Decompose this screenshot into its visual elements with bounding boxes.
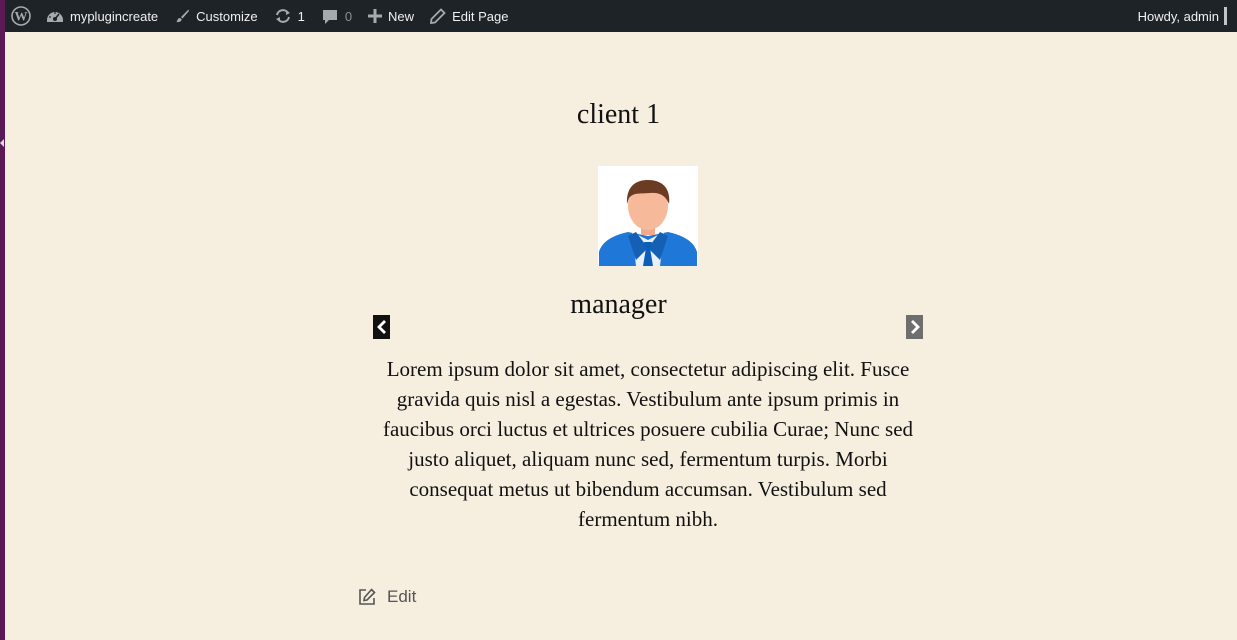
greeting-label: Howdy, admin	[1137, 8, 1219, 24]
new-label: New	[388, 8, 415, 24]
site-name-link[interactable]: myplugincreate	[38, 0, 166, 32]
comments-count: 0	[344, 8, 353, 24]
svg-text:W: W	[15, 9, 28, 24]
businessman-avatar-icon	[599, 180, 697, 266]
chevron-right-icon	[910, 320, 920, 334]
updates-link[interactable]: 1	[266, 0, 313, 32]
refresh-icon	[275, 9, 290, 23]
comments-link[interactable]: 0	[313, 0, 360, 32]
dashboard-gauge-icon	[47, 12, 63, 22]
collapse-arrow-icon	[0, 139, 4, 147]
chevron-left-icon	[376, 320, 386, 334]
new-content-link[interactable]: New	[360, 0, 422, 32]
previous-slide-button[interactable]	[373, 315, 390, 339]
edit-page-label: Edit Page	[452, 8, 509, 24]
pencil-icon	[430, 8, 446, 24]
testimonial-role: manager	[570, 289, 667, 320]
edit-post-link[interactable]: Edit	[357, 587, 416, 607]
comment-bubble-icon	[322, 9, 337, 24]
next-slide-button[interactable]	[906, 315, 923, 339]
customize-link[interactable]: Customize	[166, 0, 265, 32]
edit-square-pencil-icon	[359, 588, 376, 605]
edit-label: Edit	[387, 587, 417, 606]
admin-avatar	[1224, 7, 1227, 25]
site-name-label: myplugincreate	[70, 8, 159, 24]
wordpress-logo-button[interactable]: W	[5, 0, 38, 32]
wordpress-logo-icon: W	[11, 6, 31, 26]
updates-count: 1	[297, 8, 305, 24]
testimonial-photo	[598, 166, 698, 266]
testimonial-title: client 1	[576, 99, 661, 130]
edit-page-link[interactable]: Edit Page	[422, 0, 516, 32]
plus-icon	[368, 9, 383, 23]
customize-label: Customize	[196, 8, 258, 24]
my-account-link[interactable]: Howdy, admin	[1130, 0, 1237, 32]
testimonial-text: Lorem ipsum dolor sit amet, consectetur …	[382, 357, 914, 531]
admin-bar: W myplugincreate Customize 1 0 New Edit …	[5, 0, 1237, 32]
paintbrush-icon	[176, 9, 190, 23]
